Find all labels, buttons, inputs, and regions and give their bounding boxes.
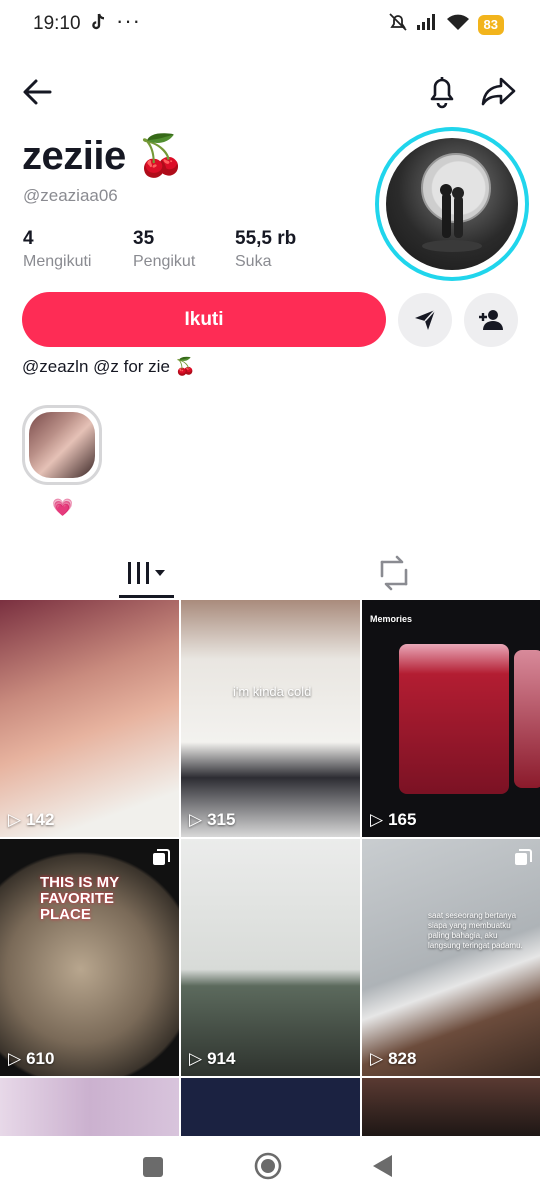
video-view-count: ▷ 315 [189,810,236,829]
bell-icon [430,77,454,109]
video-thumbnail[interactable] [362,1078,540,1136]
avatar-image [386,138,518,270]
tab-videos[interactable] [119,548,174,598]
video-view-count: ▷ 828 [370,1049,417,1068]
video-thumbnail[interactable]: ▷ 914 [181,839,360,1076]
play-icon: ▷ [370,810,384,829]
notification-bell-button[interactable] [424,72,460,110]
content-tabs [0,548,540,600]
status-bar: 19:10 ··· 83 [0,0,540,50]
multiple-photos-icon [153,849,170,865]
play-icon: ▷ [8,810,22,829]
video-view-count: ▷ 142 [8,810,55,829]
video-thumbnail[interactable]: Memories ▷ 165 [362,600,540,837]
message-button[interactable] [398,293,452,347]
status-time: 19:10 [33,13,81,34]
video-caption: Memories [370,614,413,624]
stat-following[interactable]: 4 Mengikuti [23,228,91,271]
stat-following-label: Mengikuti [23,253,92,270]
story-highlight-label: 💗 [52,498,74,517]
stat-followers-label: Pengikut [133,253,196,270]
play-icon: ▷ [189,1049,203,1068]
video-thumbnail[interactable]: ▷ 142 [0,600,179,837]
story-highlight-thumbnail [29,412,95,478]
play-icon: ▷ [189,810,203,829]
arrow-left-icon [23,79,52,105]
play-icon: ▷ [370,1049,384,1068]
signal-icon [416,13,438,36]
profile-top-bar [0,70,540,114]
back-button[interactable] [20,74,56,110]
back-nav-button[interactable] [371,1154,393,1178]
video-view-count: ▷ 914 [189,1049,236,1068]
profile-avatar[interactable] [375,127,529,281]
home-button[interactable] [254,1152,282,1180]
share-arrow-icon [481,77,516,106]
wifi-icon [446,13,470,36]
grid-bars-icon [127,562,165,584]
stat-likes-label: Suka [235,253,272,270]
system-navigation-bar [0,1136,540,1200]
share-button[interactable] [480,74,518,110]
video-caption: THIS IS MY FAVORITE PLACE [40,874,119,923]
video-thumbnail[interactable] [0,1078,179,1136]
recent-apps-button[interactable] [142,1156,164,1178]
video-thumbnail[interactable]: THIS IS MY FAVORITE PLACE ▷ 610 [0,839,179,1076]
repost-icon [380,555,408,591]
send-icon [415,309,436,330]
profile-display-name: zeziie 🍒 [22,134,186,178]
video-view-count: ▷ 165 [370,810,417,829]
video-thumbnail[interactable] [181,1078,360,1136]
profile-handle: @zeaziaa06 [23,186,118,205]
battery-indicator: 83 [477,14,504,35]
follow-button[interactable]: Ikuti [22,292,386,347]
mute-icon [388,12,408,37]
video-view-count: ▷ 610 [8,1049,55,1068]
active-tab-indicator [119,595,174,598]
video-caption: i'm kinda cold [233,684,312,699]
profile-bio: @zeazln @z for zie 🍒 [22,357,196,376]
video-thumbnail[interactable]: i'm kinda cold ▷ 315 [181,600,360,837]
add-user-icon [479,310,503,330]
video-thumbnail[interactable]: saat seseorang bertanya siapa yang membu… [362,839,540,1076]
stat-followers[interactable]: 35 Pengikut [133,228,195,271]
status-more-icon: ··· [116,8,141,33]
video-caption: saat seseorang bertanya siapa yang membu… [428,911,523,950]
stat-likes[interactable]: 55,5 rb Suka [235,228,296,271]
story-highlight[interactable] [22,405,102,485]
stat-followers-value: 35 [133,228,155,249]
suggest-accounts-button[interactable] [464,293,518,347]
tiktok-notification-icon [90,13,106,36]
stat-following-value: 4 [23,228,34,249]
stat-likes-value: 55,5 rb [235,228,297,249]
tab-reposts[interactable] [370,552,418,594]
play-icon: ▷ [8,1049,22,1068]
multiple-photos-icon [515,849,532,865]
